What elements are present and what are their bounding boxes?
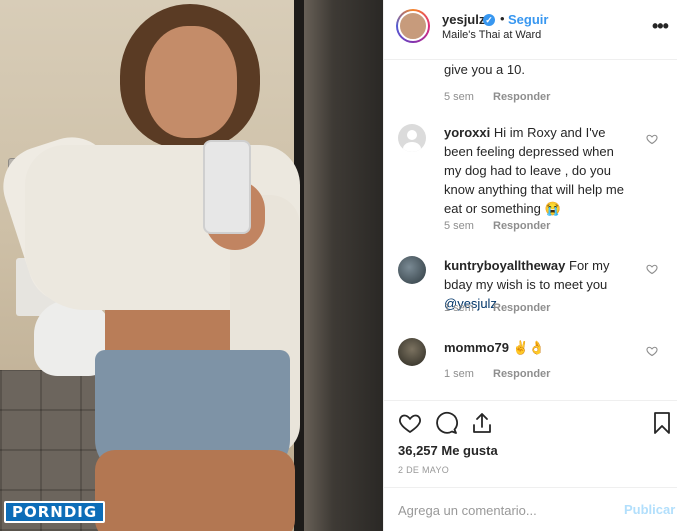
like-comment-heart-icon[interactable]: [646, 345, 658, 357]
comment-username[interactable]: yoroxxi: [444, 125, 490, 140]
comment-input[interactable]: [398, 500, 608, 520]
user-avatar[interactable]: [398, 256, 426, 284]
location-link[interactable]: Maile's Thai at Ward: [442, 29, 541, 41]
comment-age: 1 sem: [444, 368, 474, 380]
comment-age: 5 sem: [444, 220, 474, 232]
default-avatar-icon[interactable]: [398, 124, 426, 152]
likes-count[interactable]: 36,257 Me gusta: [398, 443, 498, 458]
comments-list[interactable]: give you a 10. 5 sem Responder yoroxxi H…: [384, 60, 677, 400]
watermark-logo: PORNDIG: [4, 501, 106, 523]
follow-button[interactable]: Seguir: [508, 12, 548, 27]
post-header: yesjulz ✓ • Seguir Maile's Thai at Ward …: [384, 0, 677, 60]
add-comment-bar: Publicar: [384, 487, 677, 531]
bookmark-icon[interactable]: [650, 411, 674, 435]
like-comment-heart-icon[interactable]: [646, 263, 658, 275]
comment-body: mommo79 ✌️👌: [444, 338, 634, 357]
reply-button[interactable]: Responder: [493, 302, 550, 314]
avatar-image: [398, 11, 428, 41]
comment-text: ✌️👌: [512, 340, 546, 355]
comment-text: give you a 10.: [444, 62, 525, 77]
user-avatar[interactable]: [398, 338, 426, 366]
comment-icon[interactable]: [434, 411, 458, 435]
more-options-icon[interactable]: •••: [652, 16, 669, 37]
comment-age: 1 sem: [444, 302, 474, 314]
comment-body: yoroxxi Hi im Roxy and I've been feeling…: [444, 123, 634, 218]
reply-button[interactable]: Responder: [493, 220, 550, 232]
post-photo[interactable]: PORNDIG: [0, 0, 383, 531]
post-date: 2 DE MAYO: [398, 465, 450, 475]
smartphone: [203, 140, 251, 234]
face: [145, 26, 237, 138]
profile-avatar[interactable]: [396, 9, 430, 43]
verified-badge-icon: ✓: [483, 14, 495, 26]
header-separator: •: [500, 11, 505, 26]
reply-button[interactable]: Responder: [493, 91, 550, 103]
comment-username[interactable]: mommo79: [444, 340, 509, 355]
comment-username[interactable]: kuntryboyalltheway: [444, 258, 565, 273]
wall-shadow: [300, 0, 383, 531]
like-heart-icon[interactable]: [398, 411, 422, 435]
share-icon[interactable]: [470, 411, 494, 435]
post-actions-bar: 36,257 Me gusta 2 DE MAYO: [384, 400, 677, 480]
profile-username[interactable]: yesjulz: [442, 12, 485, 27]
post-side-panel: yesjulz ✓ • Seguir Maile's Thai at Ward …: [383, 0, 677, 531]
comment-age: 5 sem: [444, 91, 474, 103]
legs: [95, 450, 295, 531]
person-figure: [0, 0, 305, 531]
reply-button[interactable]: Responder: [493, 368, 550, 380]
like-comment-heart-icon[interactable]: [646, 133, 658, 145]
publish-button[interactable]: Publicar: [624, 502, 675, 517]
